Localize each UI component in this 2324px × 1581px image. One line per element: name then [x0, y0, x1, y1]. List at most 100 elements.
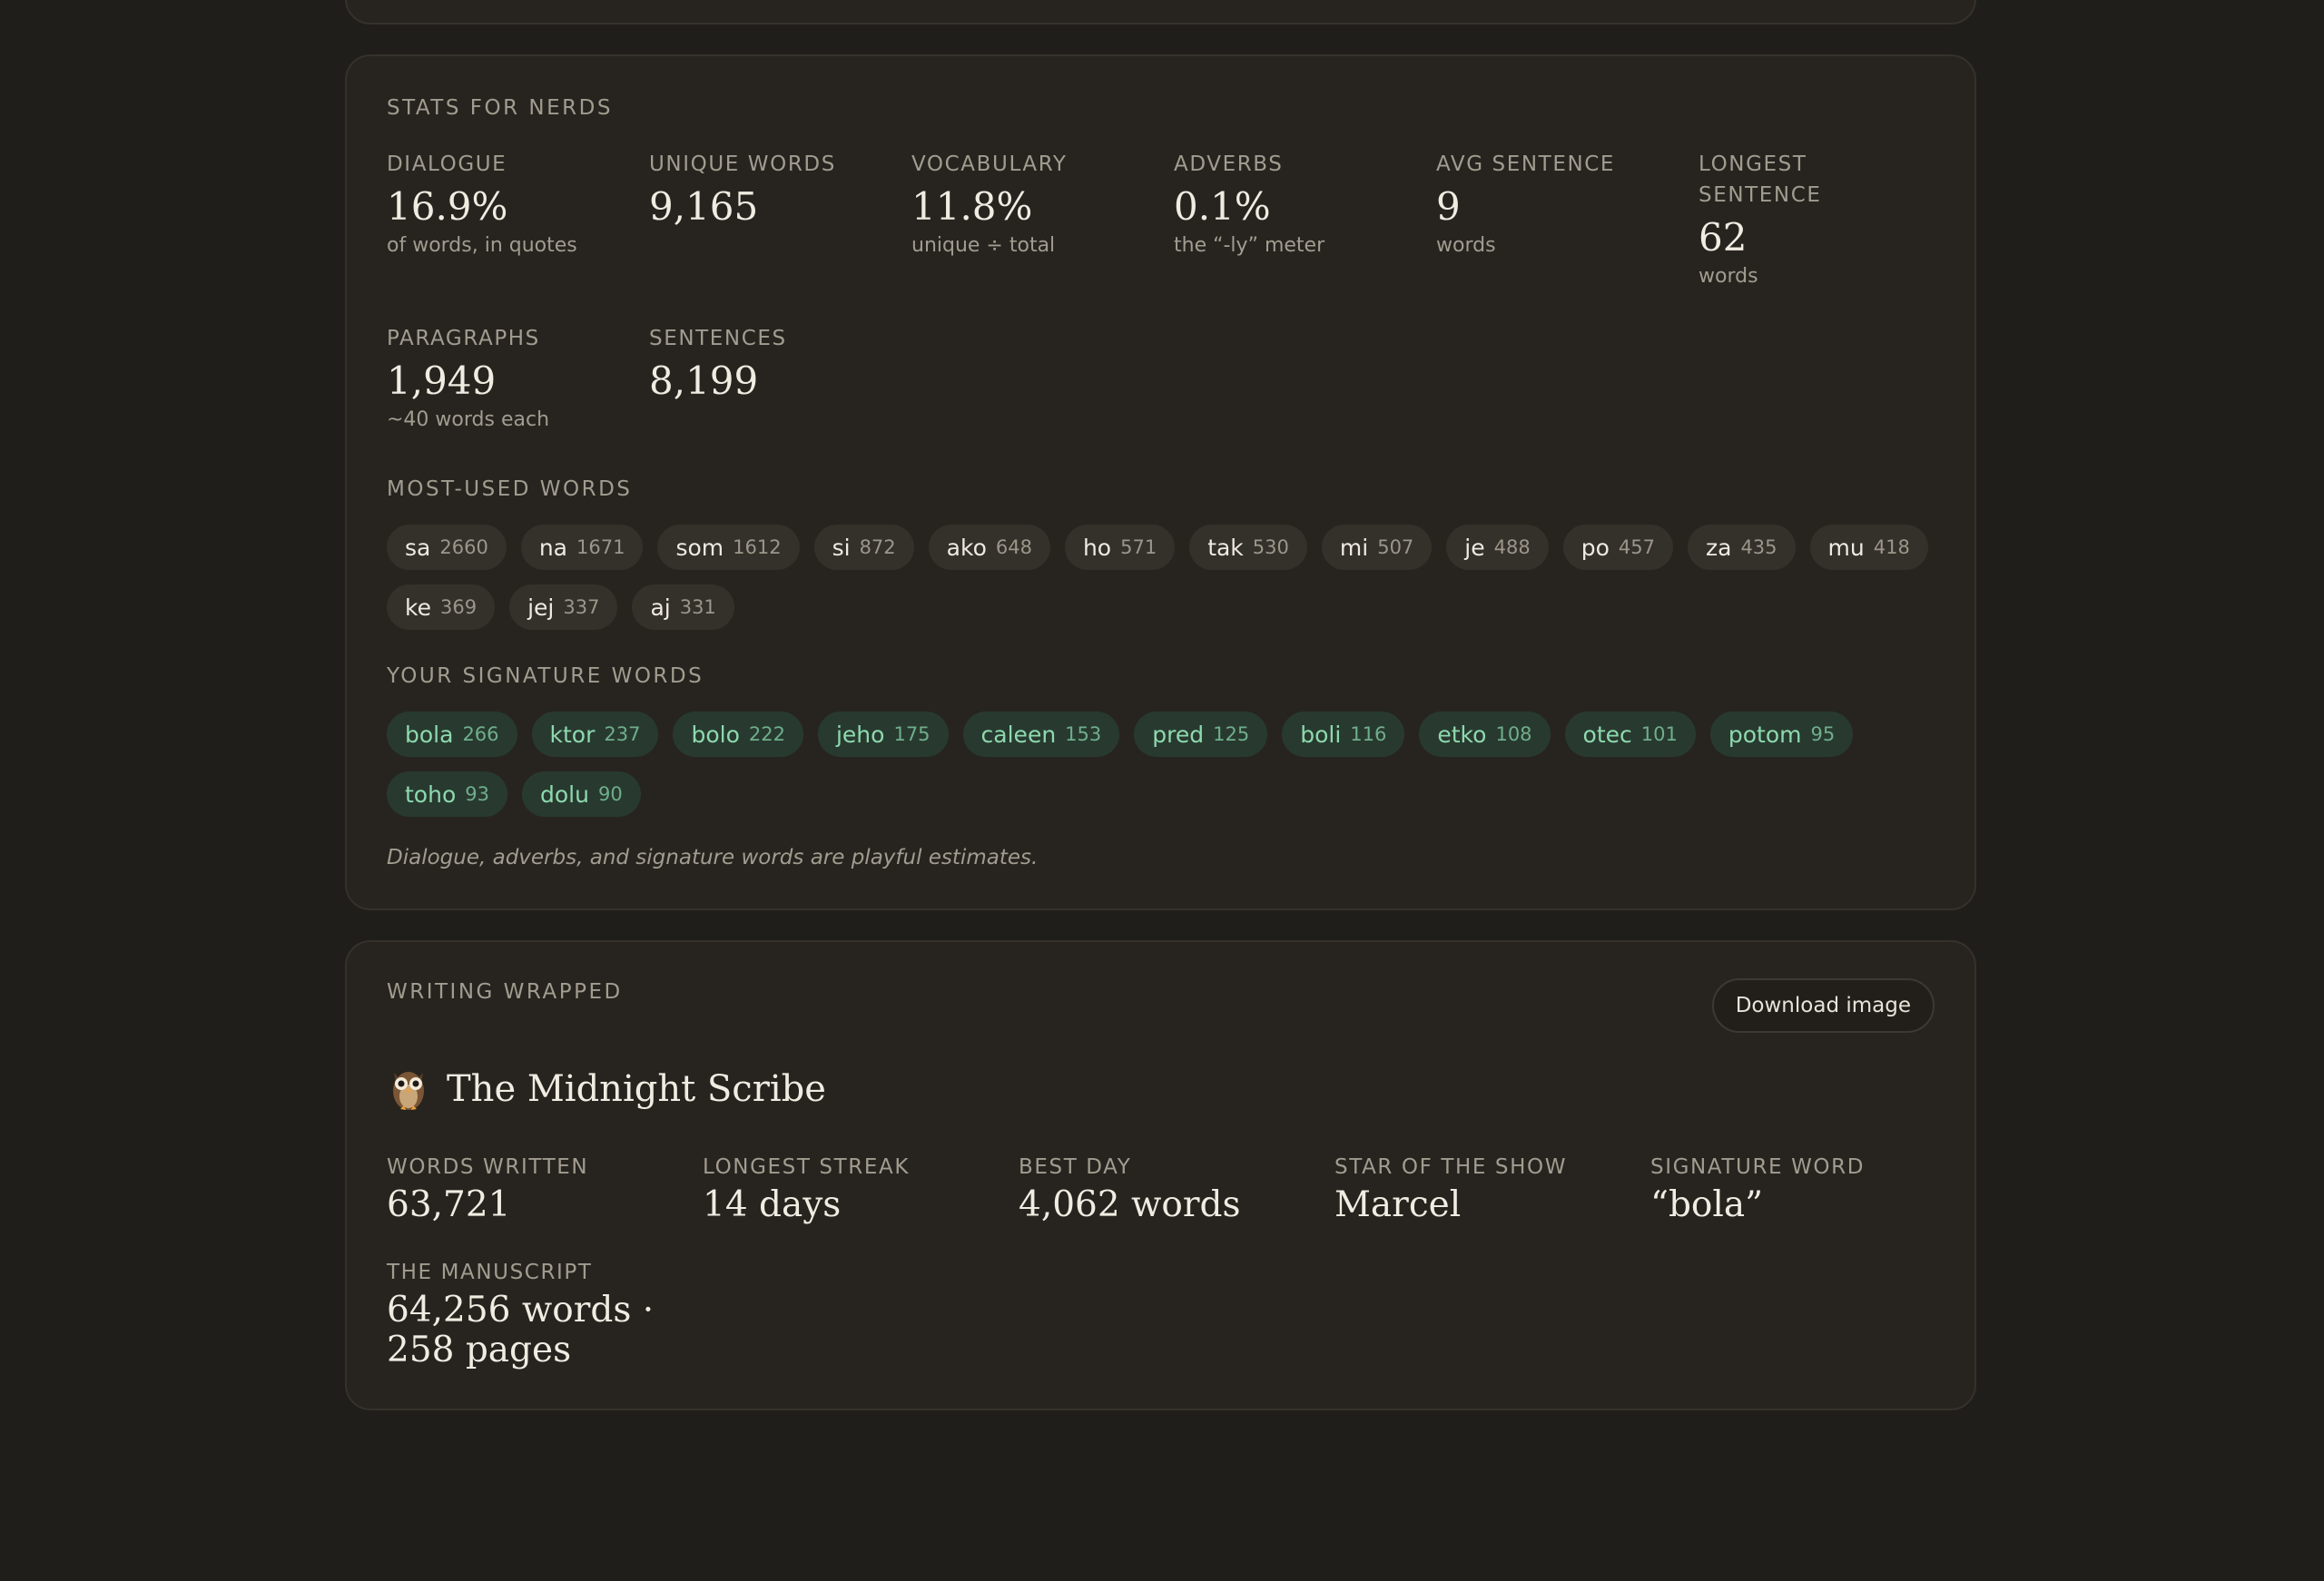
word-chip[interactable]: ho 571 [1064, 525, 1176, 570]
stat-label: AVG SENTENCE [1436, 152, 1616, 176]
word-chip[interactable]: mu 418 [1809, 525, 1928, 570]
wrapped-value: 4,062 words [1019, 1184, 1241, 1225]
wrapped-value: “bola” [1650, 1184, 1764, 1225]
download-image-button[interactable]: Download image [1711, 978, 1935, 1033]
word-chip[interactable]: tak 530 [1189, 525, 1307, 570]
stat-value: 0.1% [1174, 184, 1271, 229]
signature-chip[interactable]: toho 93 [387, 771, 507, 817]
chip-word: etko [1437, 721, 1487, 748]
chip-count: 872 [859, 536, 896, 558]
stat-vocabulary: VOCABULARY 11.8% unique ÷ total [911, 149, 1147, 260]
word-chip[interactable]: mi 507 [1321, 525, 1433, 570]
stat-unique-words: UNIQUE WORDS 9,165 [649, 149, 885, 232]
chip-count: 153 [1065, 723, 1102, 745]
stat-sub: words [1699, 265, 1758, 288]
stat-paragraphs: PARAGRAPHS 1,949 ~40 words each [387, 323, 623, 434]
owl-icon [387, 1062, 430, 1116]
chip-word: boli [1300, 721, 1342, 748]
stat-value: 16.9% [387, 184, 508, 229]
stat-sub: ~40 words each [387, 408, 550, 431]
persona: The Midnight Scribe [387, 1062, 826, 1116]
wrapped-longest-streak: LONGEST STREAK 14 days [703, 1153, 1002, 1225]
previous-card [345, 0, 1976, 25]
stat-label: UNIQUE WORDS [649, 152, 836, 176]
stats-title: STATS FOR NERDS [387, 96, 613, 120]
stat-avg-sentence: AVG SENTENCE 9 words [1436, 149, 1672, 260]
chip-count: 125 [1213, 723, 1250, 745]
chip-word: bolo [691, 721, 740, 748]
signature-chip[interactable]: jeho 175 [817, 712, 949, 757]
chip-word: pred [1152, 721, 1205, 748]
signature-chip[interactable]: potom 95 [1709, 712, 1854, 757]
word-chip[interactable]: za 435 [1687, 525, 1796, 570]
wrapped-manuscript: THE MANUSCRIPT 64,256 words · 258 pages [387, 1258, 686, 1370]
stat-value: 11.8% [911, 184, 1033, 229]
chip-word: bola [405, 721, 454, 748]
word-chip[interactable]: je 488 [1446, 525, 1549, 570]
stat-sub: of words, in quotes [387, 234, 577, 257]
stat-label: VOCABULARY [911, 152, 1068, 176]
stat-value: 1,949 [387, 358, 497, 403]
signature-words-title: YOUR SIGNATURE WORDS [387, 664, 704, 688]
chip-count: 93 [465, 783, 489, 805]
chip-word: ke [405, 594, 431, 621]
chip-word: ako [946, 534, 987, 561]
signature-chip[interactable]: boli 116 [1282, 712, 1405, 757]
chip-count: 488 [1493, 536, 1531, 558]
signature-chip[interactable]: etko 108 [1419, 712, 1551, 757]
persona-title: The Midnight Scribe [447, 1068, 826, 1110]
word-chip[interactable]: jej 337 [509, 584, 618, 630]
word-chip[interactable]: ako 648 [928, 525, 1050, 570]
stat-label: LONGEST SENTENCE [1699, 152, 1822, 207]
word-chip[interactable]: som 1612 [657, 525, 800, 570]
stat-longest-sentence: LONGEST SENTENCE 62 words [1699, 149, 1862, 290]
chip-word: po [1581, 534, 1610, 561]
chip-word: ktor [549, 721, 596, 748]
signature-chip[interactable]: bola 266 [387, 712, 517, 757]
chip-count: 457 [1618, 536, 1655, 558]
stat-label: DIALOGUE [387, 152, 507, 176]
chip-word: jeho [835, 721, 885, 748]
wrapped-value: 63,721 [387, 1184, 511, 1225]
most-used-title: MOST-USED WORDS [387, 477, 633, 501]
chip-count: 507 [1377, 536, 1414, 558]
signature-chip[interactable]: otec 101 [1564, 712, 1696, 757]
wrapped-title: WRITING WRAPPED [387, 980, 623, 1004]
signature-chip[interactable]: ktor 237 [531, 712, 659, 757]
chip-count: 2660 [439, 536, 488, 558]
signature-chip[interactable]: caleen 153 [962, 712, 1120, 757]
chip-word: jej [527, 594, 555, 621]
signature-chip[interactable]: bolo 222 [673, 712, 803, 757]
chip-count: 1612 [733, 536, 782, 558]
wrapped-words-written: WORDS WRITTEN 63,721 [387, 1153, 686, 1225]
chip-word: je [1464, 534, 1485, 561]
stat-label: ADVERBS [1174, 152, 1284, 176]
stat-label: SENTENCES [649, 327, 787, 350]
wrapped-label: LONGEST STREAK [703, 1155, 910, 1179]
chip-word: potom [1728, 721, 1802, 748]
signature-chip[interactable]: pred 125 [1134, 712, 1268, 757]
wrapped-signature-word: SIGNATURE WORD “bola” [1650, 1153, 1950, 1225]
most-used-words-list: sa 2660 na 1671 som 1612 si 872 ako 648 ho 571… [387, 525, 1948, 630]
word-chip[interactable]: po 457 [1562, 525, 1673, 570]
wrapped-label: SIGNATURE WORD [1650, 1155, 1866, 1179]
word-chip[interactable]: aj 331 [632, 584, 734, 630]
wrapped-value: 14 days [703, 1184, 842, 1225]
word-chip[interactable]: si 872 [813, 525, 914, 570]
wrapped-label: BEST DAY [1019, 1155, 1132, 1179]
stat-sub: words [1436, 234, 1496, 257]
word-chip[interactable]: na 1671 [520, 525, 644, 570]
chip-word: tak [1207, 534, 1244, 561]
wrapped-value: 64,256 words · 258 pages [387, 1290, 655, 1370]
chip-count: 222 [748, 723, 785, 745]
chip-word: na [538, 534, 567, 561]
word-chip[interactable]: ke 369 [387, 584, 496, 630]
chip-word: mi [1339, 534, 1369, 561]
chip-count: 530 [1252, 536, 1289, 558]
chip-word: sa [405, 534, 431, 561]
signature-chip[interactable]: dolu 90 [521, 771, 641, 817]
stat-value: 9 [1436, 184, 1461, 229]
word-chip[interactable]: sa 2660 [387, 525, 507, 570]
wrapped-value: Marcel [1334, 1184, 1462, 1225]
chip-count: 418 [1873, 536, 1910, 558]
